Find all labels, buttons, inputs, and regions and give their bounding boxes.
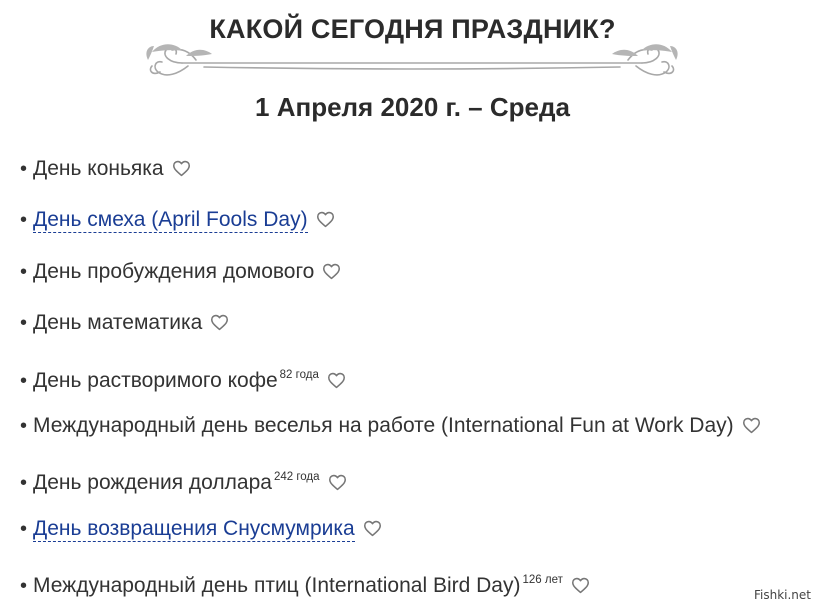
heart-outline-icon[interactable] bbox=[363, 520, 382, 537]
holiday-label: День математика bbox=[33, 311, 203, 335]
holiday-link[interactable]: День смеха (April Fools Day) bbox=[33, 208, 308, 234]
heart-outline-icon[interactable] bbox=[172, 160, 191, 177]
holiday-link[interactable]: День возвращения Снусмумрика bbox=[33, 516, 355, 542]
heart-outline-icon[interactable] bbox=[316, 211, 335, 228]
holiday-item: • День пробуждения домового bbox=[20, 255, 761, 306]
heart-outline-icon[interactable] bbox=[571, 577, 590, 594]
holiday-label: Международный день веселья на работе (In… bbox=[33, 413, 734, 437]
holiday-label: День пробуждения домового bbox=[33, 259, 315, 283]
ornamental-divider bbox=[146, 44, 678, 76]
holiday-item: • День коньяка bbox=[20, 152, 761, 203]
holiday-label: Международный день птиц (International B… bbox=[33, 574, 521, 598]
holiday-age-note: 242 года bbox=[273, 471, 320, 484]
holiday-label: День растворимого кофе bbox=[33, 368, 278, 392]
list-bullet: • bbox=[20, 260, 28, 283]
list-bullet: • bbox=[20, 575, 28, 598]
holiday-item: • День рождения доллара 242 года bbox=[20, 460, 761, 511]
watermark: Fishki.net bbox=[753, 588, 811, 602]
list-bullet: • bbox=[20, 158, 28, 180]
list-bullet: • bbox=[20, 209, 28, 232]
heart-outline-icon[interactable] bbox=[742, 417, 761, 434]
heart-outline-icon[interactable] bbox=[322, 263, 341, 280]
holiday-age-note: 126 лет bbox=[522, 574, 563, 587]
date-heading: 1 Апреля 2020 г. – Среда bbox=[255, 92, 570, 122]
holiday-item: • День математика bbox=[20, 306, 761, 357]
holiday-item: • День смеха (April Fools Day) bbox=[20, 203, 761, 254]
heart-outline-icon[interactable] bbox=[328, 474, 347, 491]
holiday-list: • День коньяка • День смеха (April Fools Da… bbox=[20, 152, 761, 615]
holiday-item: • Международный день веселья на работе (I… bbox=[20, 409, 761, 460]
holiday-label: День рождения доллара bbox=[33, 471, 272, 495]
holiday-age-note: 82 года bbox=[279, 368, 319, 381]
heart-outline-icon[interactable] bbox=[210, 314, 229, 331]
holiday-item: • Международный день птиц (International … bbox=[20, 563, 761, 614]
list-bullet: • bbox=[20, 312, 28, 335]
list-bullet: • bbox=[20, 414, 28, 437]
holiday-item: • День растворимого кофе 82 года bbox=[20, 358, 761, 409]
list-bullet: • bbox=[20, 369, 28, 392]
list-bullet: • bbox=[20, 517, 28, 540]
heart-outline-icon[interactable] bbox=[327, 372, 346, 389]
holiday-label: День коньяка bbox=[33, 157, 164, 180]
holiday-item: • День возвращения Снусмумрика bbox=[20, 512, 761, 563]
list-bullet: • bbox=[20, 472, 28, 495]
